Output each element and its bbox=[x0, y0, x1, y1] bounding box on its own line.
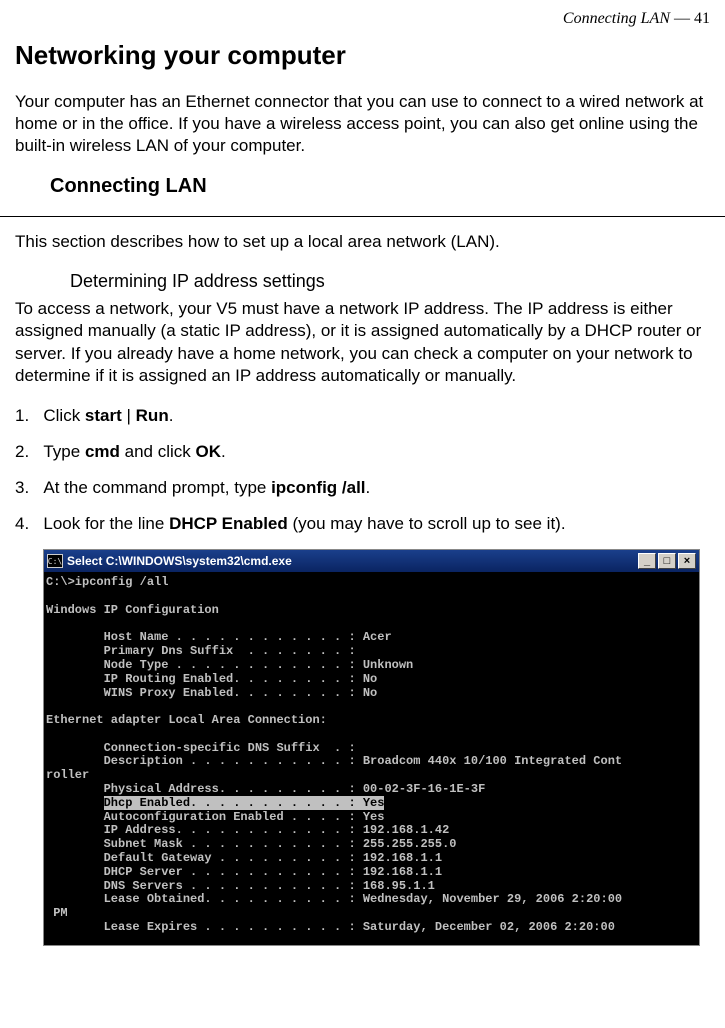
list-item: 3. At the command prompt, type ipconfig … bbox=[15, 477, 710, 499]
running-header: Connecting LAN — 41 bbox=[15, 10, 710, 28]
minimize-button[interactable]: _ bbox=[638, 553, 656, 569]
window-title: Select C:\WINDOWS\system32\cmd.exe bbox=[67, 554, 638, 568]
cmd-icon: C:\ bbox=[47, 554, 63, 568]
steps-list: 1. Click start | Run. 2. Type cmd and cl… bbox=[15, 405, 710, 535]
header-dash: — bbox=[674, 10, 694, 27]
section-rule bbox=[0, 216, 725, 217]
subsection-heading: Determining IP address settings bbox=[70, 271, 710, 292]
header-section: Connecting LAN bbox=[563, 10, 670, 27]
lan-paragraph: This section describes how to set up a l… bbox=[15, 231, 710, 253]
list-item: 1. Click start | Run. bbox=[15, 405, 710, 427]
ip-paragraph: To access a network, your V5 must have a… bbox=[15, 298, 710, 386]
titlebar: C:\ Select C:\WINDOWS\system32\cmd.exe _… bbox=[44, 550, 699, 572]
dhcp-highlight: Dhcp Enabled. . . . . . . . . . . : Yes bbox=[104, 796, 385, 810]
list-item: 2. Type cmd and click OK. bbox=[15, 441, 710, 463]
page-number: 41 bbox=[694, 10, 710, 27]
close-button[interactable]: × bbox=[678, 553, 696, 569]
window-controls: _ □ × bbox=[638, 553, 696, 569]
maximize-button[interactable]: □ bbox=[658, 553, 676, 569]
terminal-output[interactable]: C:\>ipconfig /all Windows IP Configurati… bbox=[44, 572, 699, 945]
list-item: 4. Look for the line DHCP Enabled (you m… bbox=[15, 513, 710, 535]
section-heading: Connecting LAN bbox=[50, 175, 710, 202]
page-title: Networking your computer bbox=[15, 40, 710, 71]
intro-paragraph: Your computer has an Ethernet connector … bbox=[15, 91, 710, 157]
terminal-window: C:\ Select C:\WINDOWS\system32\cmd.exe _… bbox=[43, 549, 700, 946]
